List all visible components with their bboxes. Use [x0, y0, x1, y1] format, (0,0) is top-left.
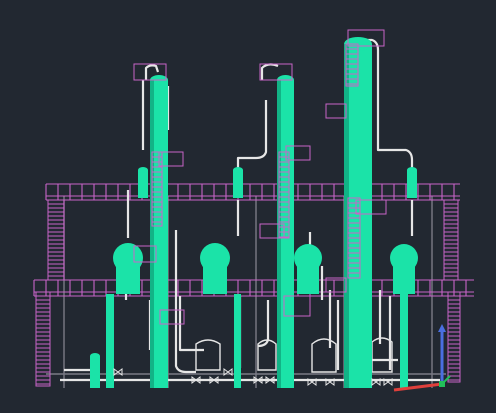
ladder-left	[35, 199, 65, 387]
stripper-vessel-1	[106, 294, 114, 388]
accumulator-2	[200, 243, 230, 294]
accumulator-1	[113, 243, 143, 294]
process-piping	[60, 38, 440, 382]
accumulator-4	[390, 244, 418, 294]
drain-pot	[90, 353, 100, 388]
plant-elevation-drawing	[33, 29, 474, 392]
stripper-vessel-3	[400, 294, 408, 388]
accumulator-3	[294, 244, 322, 294]
reflux-drum-2	[233, 167, 243, 198]
stripper-vessel-2	[234, 294, 241, 388]
upper-platform	[45, 183, 460, 201]
reflux-drum-1	[138, 167, 148, 198]
column-1	[150, 75, 168, 388]
reflux-drum-3	[407, 167, 417, 198]
ladder-right	[443, 199, 461, 383]
cad-viewport[interactable]	[0, 0, 496, 413]
